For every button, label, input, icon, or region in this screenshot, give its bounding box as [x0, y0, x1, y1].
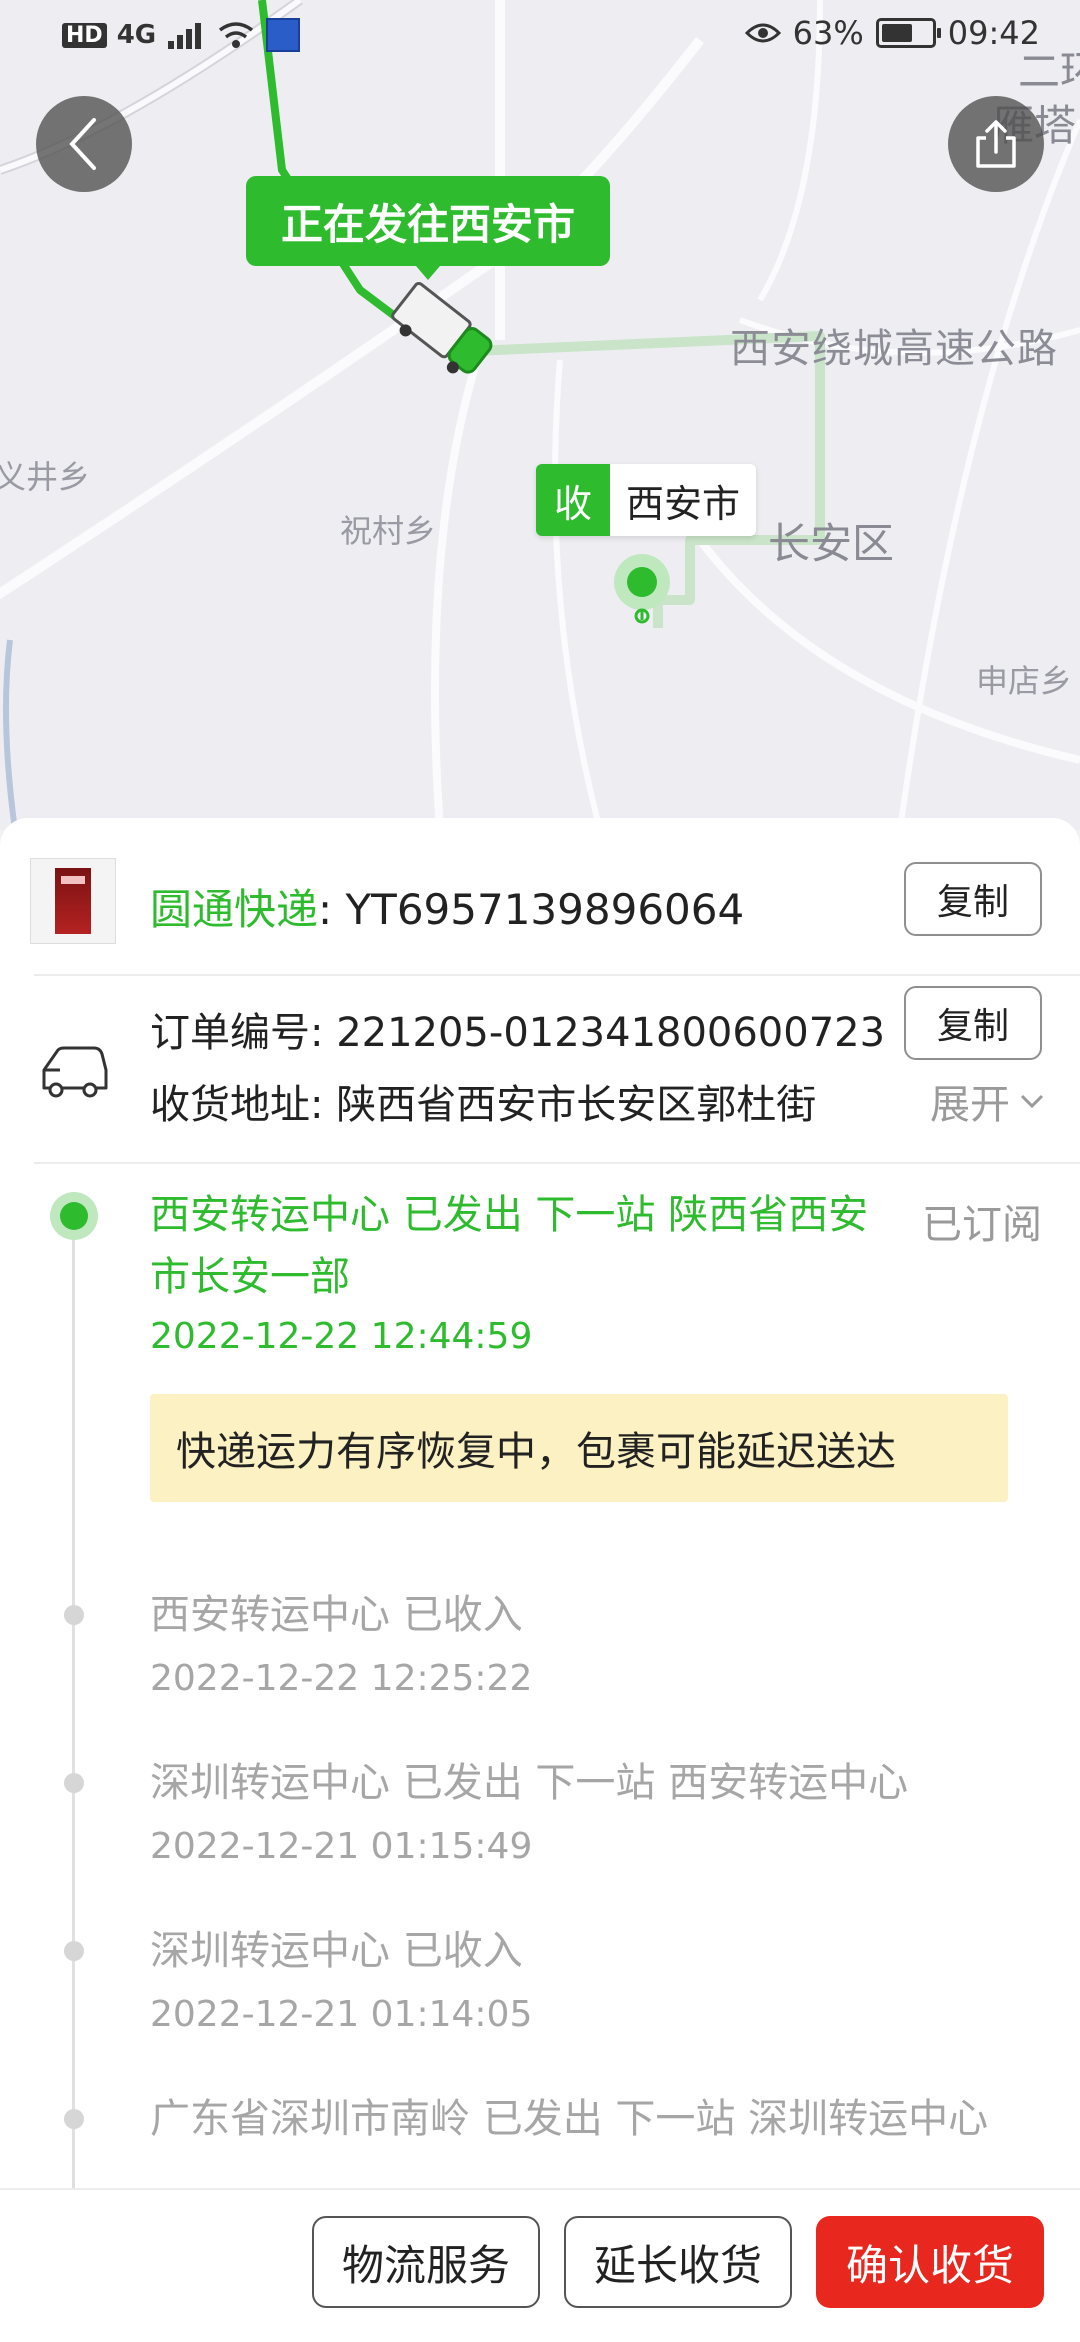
timeline-event-text: 深圳转运中心 已发出 下一站 西安转运中心 [150, 1760, 909, 1806]
map-town-label: 祝村乡 [340, 512, 437, 550]
timeline-event-text: 西安转运中心 已收入 [150, 1592, 523, 1638]
back-button[interactable] [36, 96, 132, 192]
timeline-dot [64, 2109, 84, 2129]
timeline-event-time: 2022-12-22 12:44:59 [150, 1316, 533, 1357]
timeline-event-text: 深圳转运中心 已收入 [150, 1928, 523, 1974]
map-town-label: 义井乡 [0, 458, 91, 496]
battery-percent: 63% [792, 14, 864, 52]
order-number: 订单编号: 221205-012341800600723 [150, 1010, 886, 1056]
battery-icon [875, 18, 941, 48]
eye-icon [744, 23, 781, 43]
timeline-dot [64, 1605, 84, 1625]
map-district-label: 长安区 [768, 519, 895, 568]
logistics-service-button[interactable]: 物流服务 [312, 2216, 540, 2308]
carrier-line: 圆通快递: YT6957139896064 [150, 876, 744, 937]
expand-address-button[interactable]: 展开 [930, 1072, 1046, 1130]
receiver-tag-city: 西安市 [610, 464, 757, 536]
chevron-down-icon [1020, 1094, 1044, 1109]
timeline-event-time: 2022-12-22 12:25:22 [150, 1658, 533, 1699]
wifi-icon [219, 22, 254, 48]
order-row: 订单编号: 221205-012341800600723 收货地址: 陕西省西安… [0, 976, 1080, 1182]
map-town-label: 申店乡 [976, 662, 1073, 700]
shipping-address: 收货地址: 陕西省西安市长安区郭杜街 [150, 1082, 817, 1128]
status-bar: HD 4G 63% 09:42 [0, 0, 1080, 76]
receiver-tag: 收 西安市 [536, 464, 757, 536]
product-thumbnail[interactable] [30, 858, 116, 944]
carrier-name[interactable]: 圆通快递 [150, 885, 318, 934]
map-road-label: 西安绕城高速公路 [730, 326, 1058, 372]
map-roads [0, 0, 1080, 830]
clock: 09:42 [947, 14, 1040, 52]
tracking-number: : YT6957139896064 [318, 885, 745, 934]
signal-icon [168, 23, 202, 49]
timeline-line [72, 1212, 75, 2188]
timeline-event-time: 2022-12-21 01:14:05 [150, 1994, 533, 2035]
copy-tracking-button[interactable]: 复制 [904, 862, 1042, 936]
extend-receipt-button[interactable]: 延长收货 [564, 2216, 792, 2308]
share-button[interactable] [948, 96, 1044, 192]
copy-order-button[interactable]: 复制 [904, 986, 1042, 1060]
confirm-receipt-button[interactable]: 确认收货 [816, 2216, 1044, 2308]
share-icon [976, 120, 1016, 168]
delay-notice: 快递运力有序恢复中，包裹可能延迟送达 [150, 1394, 1008, 1502]
tracking-card: 圆通快递: YT6957139896064 复制 订单编号: 221205-01… [0, 818, 1080, 2188]
bottom-action-bar: 物流服务 延长收货 确认收货 [0, 2188, 1080, 2342]
timeline-dot-current [50, 1192, 98, 1240]
expand-label: 展开 [930, 1082, 1010, 1128]
package-row: 圆通快递: YT6957139896064 复制 [0, 818, 1080, 978]
tracking-timeline: 西安转运中心 已发出 下一站 陕西省西安市长安一部 已订阅 2022-12-22… [0, 1164, 1080, 2188]
app-notification-icon [266, 18, 301, 52]
in-transit-bubble: 正在发往西安市 [246, 176, 610, 280]
timeline-dot [64, 1941, 84, 1961]
timeline-dot [64, 1773, 84, 1793]
map-view[interactable]: 西安绕城高速公路 长安区 祝村乡 义井乡 申店乡 二环 雁塔 正在发往西安市 收… [0, 0, 1080, 830]
timeline-event-time: 2022-12-21 01:15:49 [150, 1826, 533, 1867]
truck-icon [42, 1046, 108, 1098]
hd-indicator: HD [62, 22, 107, 48]
subscribed-label[interactable]: 已订阅 [922, 1192, 1042, 1250]
network-type: 4G [116, 20, 157, 50]
timeline-event-text: 广东省深圳市南岭 已发出 下一站 深圳转运中心 [150, 2096, 989, 2142]
timeline-event-text: 西安转运中心 已发出 下一站 陕西省西安市长安一部 [150, 1192, 869, 1300]
chevron-left-icon [69, 118, 96, 170]
receiver-tag-key: 收 [536, 464, 610, 536]
